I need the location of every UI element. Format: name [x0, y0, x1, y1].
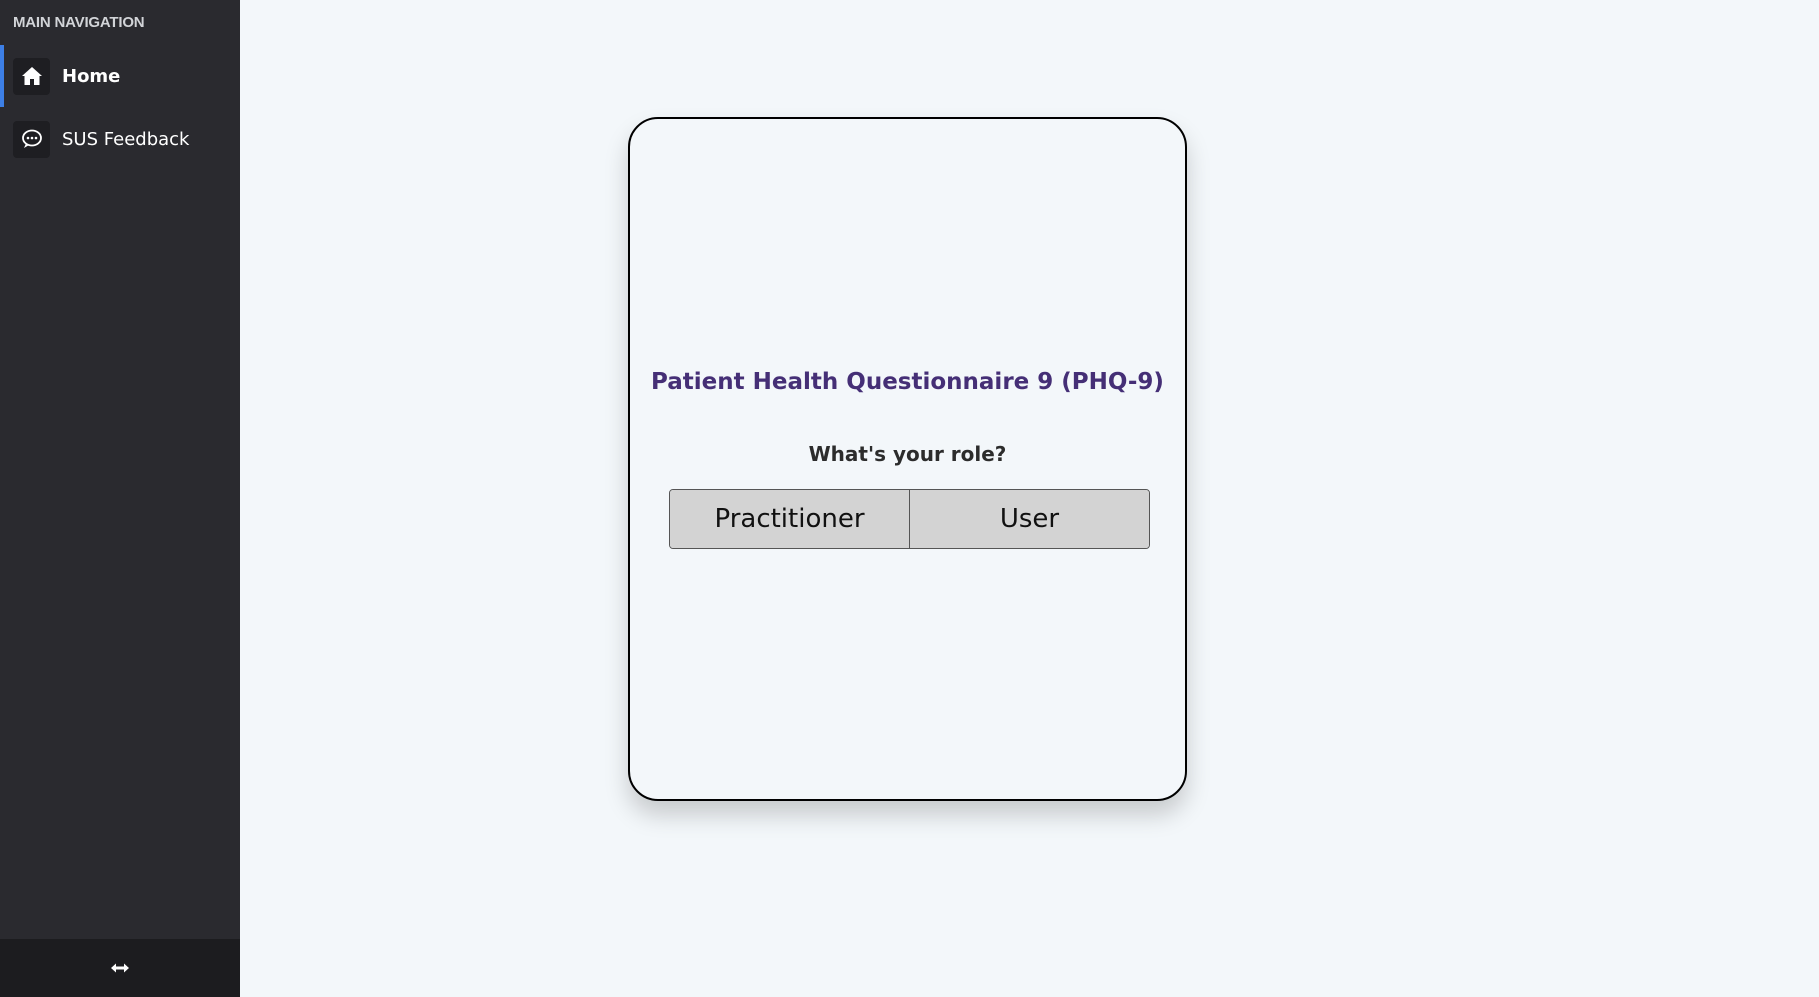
user-button[interactable]: User — [909, 490, 1149, 548]
sidebar-item-label: SUS Feedback — [62, 128, 190, 150]
page-title: Patient Health Questionnaire 9 (PHQ-9) — [651, 369, 1164, 395]
sidebar-item-label: Home — [62, 65, 121, 87]
practitioner-button[interactable]: Practitioner — [670, 490, 909, 548]
nav-heading: MAIN NAVIGATION — [13, 14, 145, 31]
chat-icon — [13, 120, 50, 158]
sidebar-toggle-button[interactable] — [0, 939, 240, 997]
resize-horizontal-icon — [110, 959, 130, 978]
role-button-group: Practitioner User — [669, 489, 1150, 549]
sidebar-item-sus-feedback[interactable]: SUS Feedback — [0, 108, 240, 170]
main-content: Patient Health Questionnaire 9 (PHQ-9) W… — [240, 0, 1819, 997]
sidebar: MAIN NAVIGATION Home SUS Feedback — [0, 0, 240, 997]
home-icon — [13, 57, 50, 95]
sidebar-item-home[interactable]: Home — [0, 45, 240, 107]
role-question: What's your role? — [808, 442, 1007, 466]
role-card: Patient Health Questionnaire 9 (PHQ-9) W… — [628, 117, 1187, 801]
